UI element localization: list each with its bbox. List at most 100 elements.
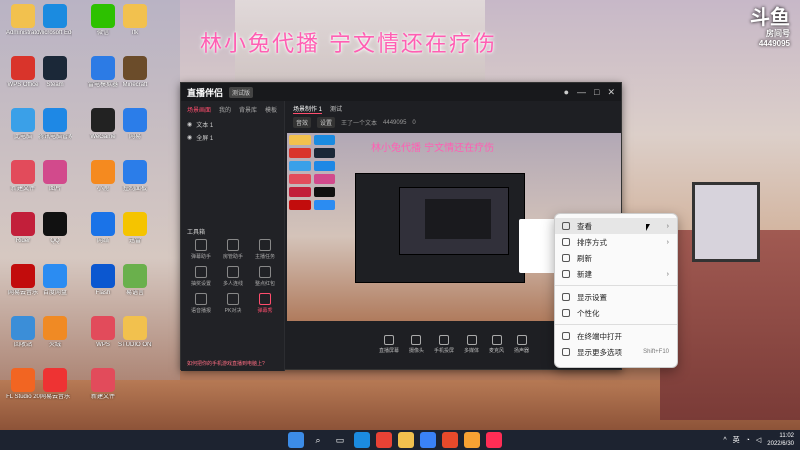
context-menu-item[interactable]: 显示设置 xyxy=(555,289,677,305)
store-icon[interactable] xyxy=(464,432,480,448)
source-icon xyxy=(466,334,477,345)
tool-button[interactable]: PK对决 xyxy=(217,293,249,314)
desktop-icon[interactable]: Flash xyxy=(86,264,120,297)
tool-button[interactable]: 弹幕秀 xyxy=(249,293,281,314)
chrome-icon[interactable] xyxy=(376,432,392,448)
desktop-icon-label: 网易云音乐 xyxy=(39,394,70,400)
live-icon[interactable] xyxy=(486,432,502,448)
tool-icon xyxy=(227,266,239,278)
eye-icon[interactable]: ◉ xyxy=(187,134,192,141)
close-icon[interactable]: ✕ xyxy=(607,87,615,98)
avatar[interactable]: ● xyxy=(564,87,569,97)
preview-desktop-icons xyxy=(289,135,335,210)
desktop-icon[interactable]: 易语言 xyxy=(118,264,152,297)
source-button[interactable]: 手机投屏 xyxy=(434,334,454,354)
context-menu-item[interactable]: 显示更多选项 Shift+F10 xyxy=(555,344,677,360)
maximize-icon[interactable]: □ xyxy=(594,87,599,97)
desktop-icon[interactable]: 迅雷 xyxy=(118,212,152,245)
desktop-icon[interactable]: WPS xyxy=(86,316,120,349)
desktop-icon[interactable]: QQ xyxy=(38,212,72,245)
side-tab[interactable]: 场景画面 xyxy=(187,105,211,114)
desktop-icon[interactable]: Rider xyxy=(6,212,40,245)
desktop-icon[interactable]: FL Studio 20 xyxy=(6,368,40,401)
context-menu-item[interactable]: 查看 › xyxy=(555,218,677,234)
desktop-icon[interactable]: 火绒 xyxy=(38,316,72,349)
desktop-icon[interactable]: Steam xyxy=(38,56,72,89)
tool-button[interactable]: 弹幕助手 xyxy=(185,239,217,260)
side-tab[interactable]: 我的 xyxy=(219,105,231,114)
context-menu-item[interactable]: 在终端中打开 xyxy=(555,328,677,344)
minimize-icon[interactable]: — xyxy=(577,87,586,97)
scene-tab[interactable]: 测试 xyxy=(330,104,342,114)
app-titlebar[interactable]: 直播伴侣 测试版 ● — □ ✕ xyxy=(181,83,621,101)
scene-item[interactable]: ◉ 文本 1 xyxy=(181,118,284,131)
source-button[interactable]: 多媒体 xyxy=(464,334,479,354)
source-button[interactable]: 扬声器 xyxy=(514,334,529,354)
context-menu-item[interactable]: 新建 › xyxy=(555,266,677,282)
desktop-icon[interactable]: 网易 xyxy=(118,108,152,141)
desktop-icon-label: 新建文件 xyxy=(90,394,115,400)
source-button[interactable]: 麦克风 xyxy=(489,334,504,354)
desktop-icon[interactable]: STUDIO ONE xyxy=(118,316,152,349)
desktop-icon[interactable]: Minecraft xyxy=(118,56,152,89)
desktop-icon-label: Steam xyxy=(46,82,64,88)
volume-icon[interactable]: ◁ xyxy=(756,436,761,444)
tool-button[interactable]: 整点红包 xyxy=(249,266,281,287)
desktop-icon[interactable]: 网络 xyxy=(86,212,120,245)
wifi-icon[interactable]: ◔ xyxy=(746,437,750,444)
desktop-icon[interactable]: WPS Office xyxy=(6,56,40,89)
desktop-icon[interactable]: Administrator xyxy=(6,4,40,37)
preview-context-menu xyxy=(519,219,559,273)
desktop-icon[interactable]: 微信 xyxy=(86,4,120,37)
desktop-icon[interactable]: 新建文件 xyxy=(86,368,120,401)
ime-indicator[interactable]: 英 xyxy=(733,435,740,445)
side-tab[interactable]: 模板 xyxy=(265,105,277,114)
context-menu-item[interactable]: 个性化 xyxy=(555,305,677,321)
desktop-icon[interactable]: 雷电模拟器 xyxy=(86,56,120,89)
sort-icon xyxy=(562,238,570,246)
desktop-icon[interactable]: 回收站 xyxy=(6,316,40,349)
desktop-icon[interactable]: 控制面板 xyxy=(118,160,152,193)
source-button[interactable]: 摄像头 xyxy=(409,334,424,354)
chevron-up-icon[interactable]: ^ xyxy=(723,437,726,444)
side-tab[interactable]: 背景库 xyxy=(239,105,257,114)
source-button[interactable]: 直播屏幕 xyxy=(379,334,399,354)
tool-button[interactable]: 抽奖设置 xyxy=(185,266,217,287)
tool-button[interactable]: 房管助手 xyxy=(217,239,249,260)
desktop-icon[interactable]: 百度网盘 xyxy=(38,264,72,297)
mail-icon[interactable] xyxy=(420,432,436,448)
desktop-icon[interactable]: 小鹿 xyxy=(86,160,120,193)
desktop-icon[interactable]: 图片 xyxy=(38,160,72,193)
desktop-icon[interactable]: Microsoft Edge xyxy=(38,4,72,37)
windows-icon xyxy=(123,108,147,132)
fl-icon xyxy=(11,368,35,392)
search-icon[interactable]: ⌕ xyxy=(310,432,326,448)
tool-button[interactable]: 语音播报 xyxy=(185,293,217,314)
context-menu-item[interactable]: 排序方式 › xyxy=(555,234,677,250)
tool-icon xyxy=(195,239,207,251)
desktop-icon[interactable]: 腾讯电脑管家 xyxy=(38,108,72,141)
context-menu-item[interactable]: 刷新 xyxy=(555,250,677,266)
stream-info-item[interactable]: 音效 xyxy=(293,117,312,128)
stream-info-item[interactable]: 设置 xyxy=(317,117,336,128)
help-tip[interactable]: 如何把你的手机游戏直播到电脑上? xyxy=(187,360,265,367)
desktop-icon[interactable]: 新建文件 xyxy=(6,160,40,193)
desktop-icon[interactable]: Ifk xyxy=(118,4,152,37)
explorer-icon[interactable] xyxy=(398,432,414,448)
tool-label: 多人连线 xyxy=(222,281,243,287)
desktop-icon[interactable]: 网易云音乐 xyxy=(6,264,40,297)
eye-icon[interactable]: ◉ xyxy=(187,121,192,128)
edge-icon[interactable] xyxy=(354,432,370,448)
taskview-icon[interactable]: ▭ xyxy=(332,432,348,448)
tool-button[interactable]: 多人连线 xyxy=(217,266,249,287)
desktop-icon[interactable]: 网易云音乐 xyxy=(38,368,72,401)
desktop-icon[interactable]: WeGame xyxy=(86,108,120,141)
start-icon[interactable] xyxy=(288,432,304,448)
edge-icon xyxy=(43,4,67,28)
scene-tab[interactable]: 场景制作 1 xyxy=(293,104,323,114)
desktop-icon[interactable]: 此电脑 xyxy=(6,108,40,141)
scene-item[interactable]: ◉ 全屏 1 xyxy=(181,131,284,144)
office-icon[interactable] xyxy=(442,432,458,448)
clock[interactable]: 11:02 2022/6/30 xyxy=(767,432,794,448)
tool-button[interactable]: 主播任务 xyxy=(249,239,281,260)
